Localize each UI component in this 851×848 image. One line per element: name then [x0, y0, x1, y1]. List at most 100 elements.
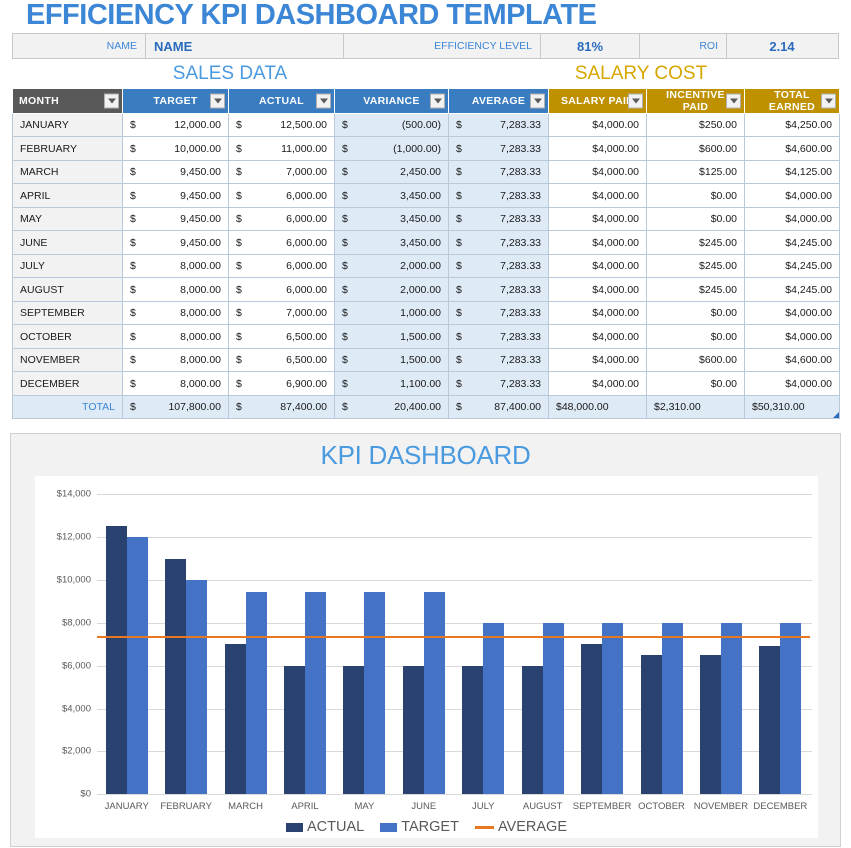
- bar-target[interactable]: [661, 622, 683, 795]
- cell-total-earned[interactable]: $4,600.00: [744, 347, 840, 373]
- cell-month[interactable]: MARCH: [12, 159, 123, 185]
- bar-target[interactable]: [423, 591, 445, 795]
- cell-incentive-paid[interactable]: $245.00: [646, 230, 745, 255]
- cell-average[interactable]: $7,283.33: [448, 347, 549, 373]
- chevron-down-icon[interactable]: [316, 93, 331, 109]
- cell-total-earned[interactable]: $4,245.00: [744, 277, 840, 302]
- table-row[interactable]: NOVEMBER $8,000.00 $6,500.00 $1,500.00 $7,28…: [12, 347, 840, 373]
- column-header-target[interactable]: TARGET: [122, 87, 229, 114]
- cell-incentive-paid[interactable]: $245.00: [646, 253, 745, 279]
- column-header-incentive-paid[interactable]: INCENTIVE PAID: [646, 87, 745, 114]
- cell-month[interactable]: JUNE: [12, 230, 123, 255]
- cell-total-earned[interactable]: $4,600.00: [744, 136, 840, 161]
- bar-target[interactable]: [780, 622, 802, 795]
- cell-incentive-paid[interactable]: $600.00: [646, 136, 745, 161]
- cell-average[interactable]: $7,283.33: [448, 324, 549, 349]
- cell-variance[interactable]: $3,450.00: [334, 183, 449, 208]
- cell-month[interactable]: APRIL: [12, 183, 123, 208]
- cell-total-earned[interactable]: $4,125.00: [744, 159, 840, 185]
- cell-salary-paid[interactable]: $4,000.00: [548, 136, 647, 161]
- cell-variance[interactable]: $2,450.00: [334, 159, 449, 185]
- cell-target[interactable]: $9,450.00: [122, 183, 229, 208]
- cell-average[interactable]: $7,283.33: [448, 230, 549, 255]
- cell-incentive-paid[interactable]: $0.00: [646, 300, 745, 326]
- cell-target[interactable]: $8,000.00: [122, 300, 229, 326]
- chevron-down-icon[interactable]: [530, 93, 545, 109]
- cell-variance[interactable]: $2,000.00: [334, 277, 449, 302]
- bar-target[interactable]: [126, 537, 148, 795]
- bar-actual[interactable]: [521, 665, 543, 795]
- chevron-down-icon[interactable]: [726, 93, 741, 109]
- cell-month[interactable]: NOVEMBER: [12, 347, 123, 373]
- cell-month[interactable]: SEPTEMBER: [12, 300, 123, 326]
- cell-incentive-paid[interactable]: $125.00: [646, 159, 745, 185]
- cell-salary-paid[interactable]: $4,000.00: [548, 300, 647, 326]
- cell-target[interactable]: $12,000.00: [122, 112, 229, 138]
- bar-actual[interactable]: [165, 558, 187, 795]
- table-row[interactable]: AUGUST $8,000.00 $6,000.00 $2,000.00 $7,283.…: [12, 277, 840, 302]
- cell-actual[interactable]: $6,000.00: [228, 277, 335, 302]
- cell-salary-paid[interactable]: $4,000.00: [548, 277, 647, 302]
- bar-target[interactable]: [304, 591, 326, 795]
- cell-month[interactable]: JULY: [12, 253, 123, 279]
- bar-target[interactable]: [602, 622, 624, 795]
- cell-total-actual[interactable]: $87,400.00: [228, 394, 335, 420]
- cell-actual[interactable]: $6,000.00: [228, 230, 335, 255]
- name-value-field[interactable]: NAME: [146, 34, 344, 58]
- cell-salary-paid[interactable]: $4,000.00: [548, 230, 647, 255]
- cell-actual[interactable]: $6,000.00: [228, 206, 335, 232]
- resize-handle-icon[interactable]: [833, 412, 839, 419]
- bar-target[interactable]: [245, 591, 267, 795]
- cell-total-target[interactable]: $107,800.00: [122, 394, 229, 420]
- cell-variance[interactable]: $3,450.00: [334, 230, 449, 255]
- cell-total-average[interactable]: $87,400.00: [448, 394, 549, 420]
- column-header-variance[interactable]: VARIANCE: [334, 87, 449, 114]
- cell-total-earned[interactable]: $4,000.00: [744, 206, 840, 232]
- cell-target[interactable]: $8,000.00: [122, 371, 229, 396]
- table-row[interactable]: OCTOBER $8,000.00 $6,500.00 $1,500.00 $7,283…: [12, 324, 840, 349]
- cell-month[interactable]: AUGUST: [12, 277, 123, 302]
- cell-salary-paid[interactable]: $4,000.00: [548, 183, 647, 208]
- cell-variance[interactable]: $2,000.00: [334, 253, 449, 279]
- bar-target[interactable]: [542, 622, 564, 795]
- cell-target[interactable]: $9,450.00: [122, 159, 229, 185]
- table-total-row[interactable]: TOTAL $107,800.00 $87,400.00 $20,400.00 $87,…: [12, 394, 840, 420]
- cell-target[interactable]: $8,000.00: [122, 253, 229, 279]
- bar-actual[interactable]: [283, 665, 305, 795]
- column-header-salary-paid[interactable]: SALARY PAID: [548, 87, 647, 114]
- bar-actual[interactable]: [640, 655, 662, 795]
- cell-total-total-earned[interactable]: $50,310.00: [744, 394, 840, 420]
- chevron-down-icon[interactable]: [104, 93, 119, 109]
- table-row[interactable]: MARCH $9,450.00 $7,000.00 $2,450.00 $7,283.3…: [12, 159, 840, 185]
- cell-incentive-paid[interactable]: $0.00: [646, 206, 745, 232]
- cell-incentive-paid[interactable]: $0.00: [646, 371, 745, 396]
- cell-variance[interactable]: $1,500.00: [334, 324, 449, 349]
- cell-target[interactable]: $8,000.00: [122, 277, 229, 302]
- cell-variance[interactable]: $ (500.00): [334, 112, 449, 138]
- cell-average[interactable]: $7,283.33: [448, 253, 549, 279]
- bar-target[interactable]: [720, 622, 742, 795]
- column-header-total-earned[interactable]: TOTAL EARNED: [744, 87, 840, 114]
- cell-month[interactable]: MAY: [12, 206, 123, 232]
- cell-average[interactable]: $7,283.33: [448, 277, 549, 302]
- cell-salary-paid[interactable]: $4,000.00: [548, 371, 647, 396]
- cell-variance[interactable]: $1,100.00: [334, 371, 449, 396]
- cell-incentive-paid[interactable]: $250.00: [646, 112, 745, 138]
- cell-total-earned[interactable]: $4,000.00: [744, 324, 840, 349]
- cell-average[interactable]: $7,283.33: [448, 371, 549, 396]
- cell-actual[interactable]: $6,000.00: [228, 183, 335, 208]
- cell-salary-paid[interactable]: $4,000.00: [548, 324, 647, 349]
- column-header-month[interactable]: MONTH: [12, 87, 123, 114]
- table-row[interactable]: JANUARY $12,000.00 $12,500.00 $ (500.00) $7,2…: [12, 112, 840, 138]
- cell-incentive-paid[interactable]: $0.00: [646, 324, 745, 349]
- cell-incentive-paid[interactable]: $0.00: [646, 183, 745, 208]
- table-row[interactable]: APRIL $9,450.00 $6,000.00 $3,450.00 $7,283.3…: [12, 183, 840, 208]
- chevron-down-icon[interactable]: [628, 93, 643, 109]
- column-header-actual[interactable]: ACTUAL: [228, 87, 335, 114]
- cell-salary-paid[interactable]: $4,000.00: [548, 347, 647, 373]
- cell-salary-paid[interactable]: $4,000.00: [548, 159, 647, 185]
- cell-actual[interactable]: $11,000.00: [228, 136, 335, 161]
- chevron-down-icon[interactable]: [210, 93, 225, 109]
- cell-target[interactable]: $9,450.00: [122, 206, 229, 232]
- cell-month[interactable]: JANUARY: [12, 112, 123, 138]
